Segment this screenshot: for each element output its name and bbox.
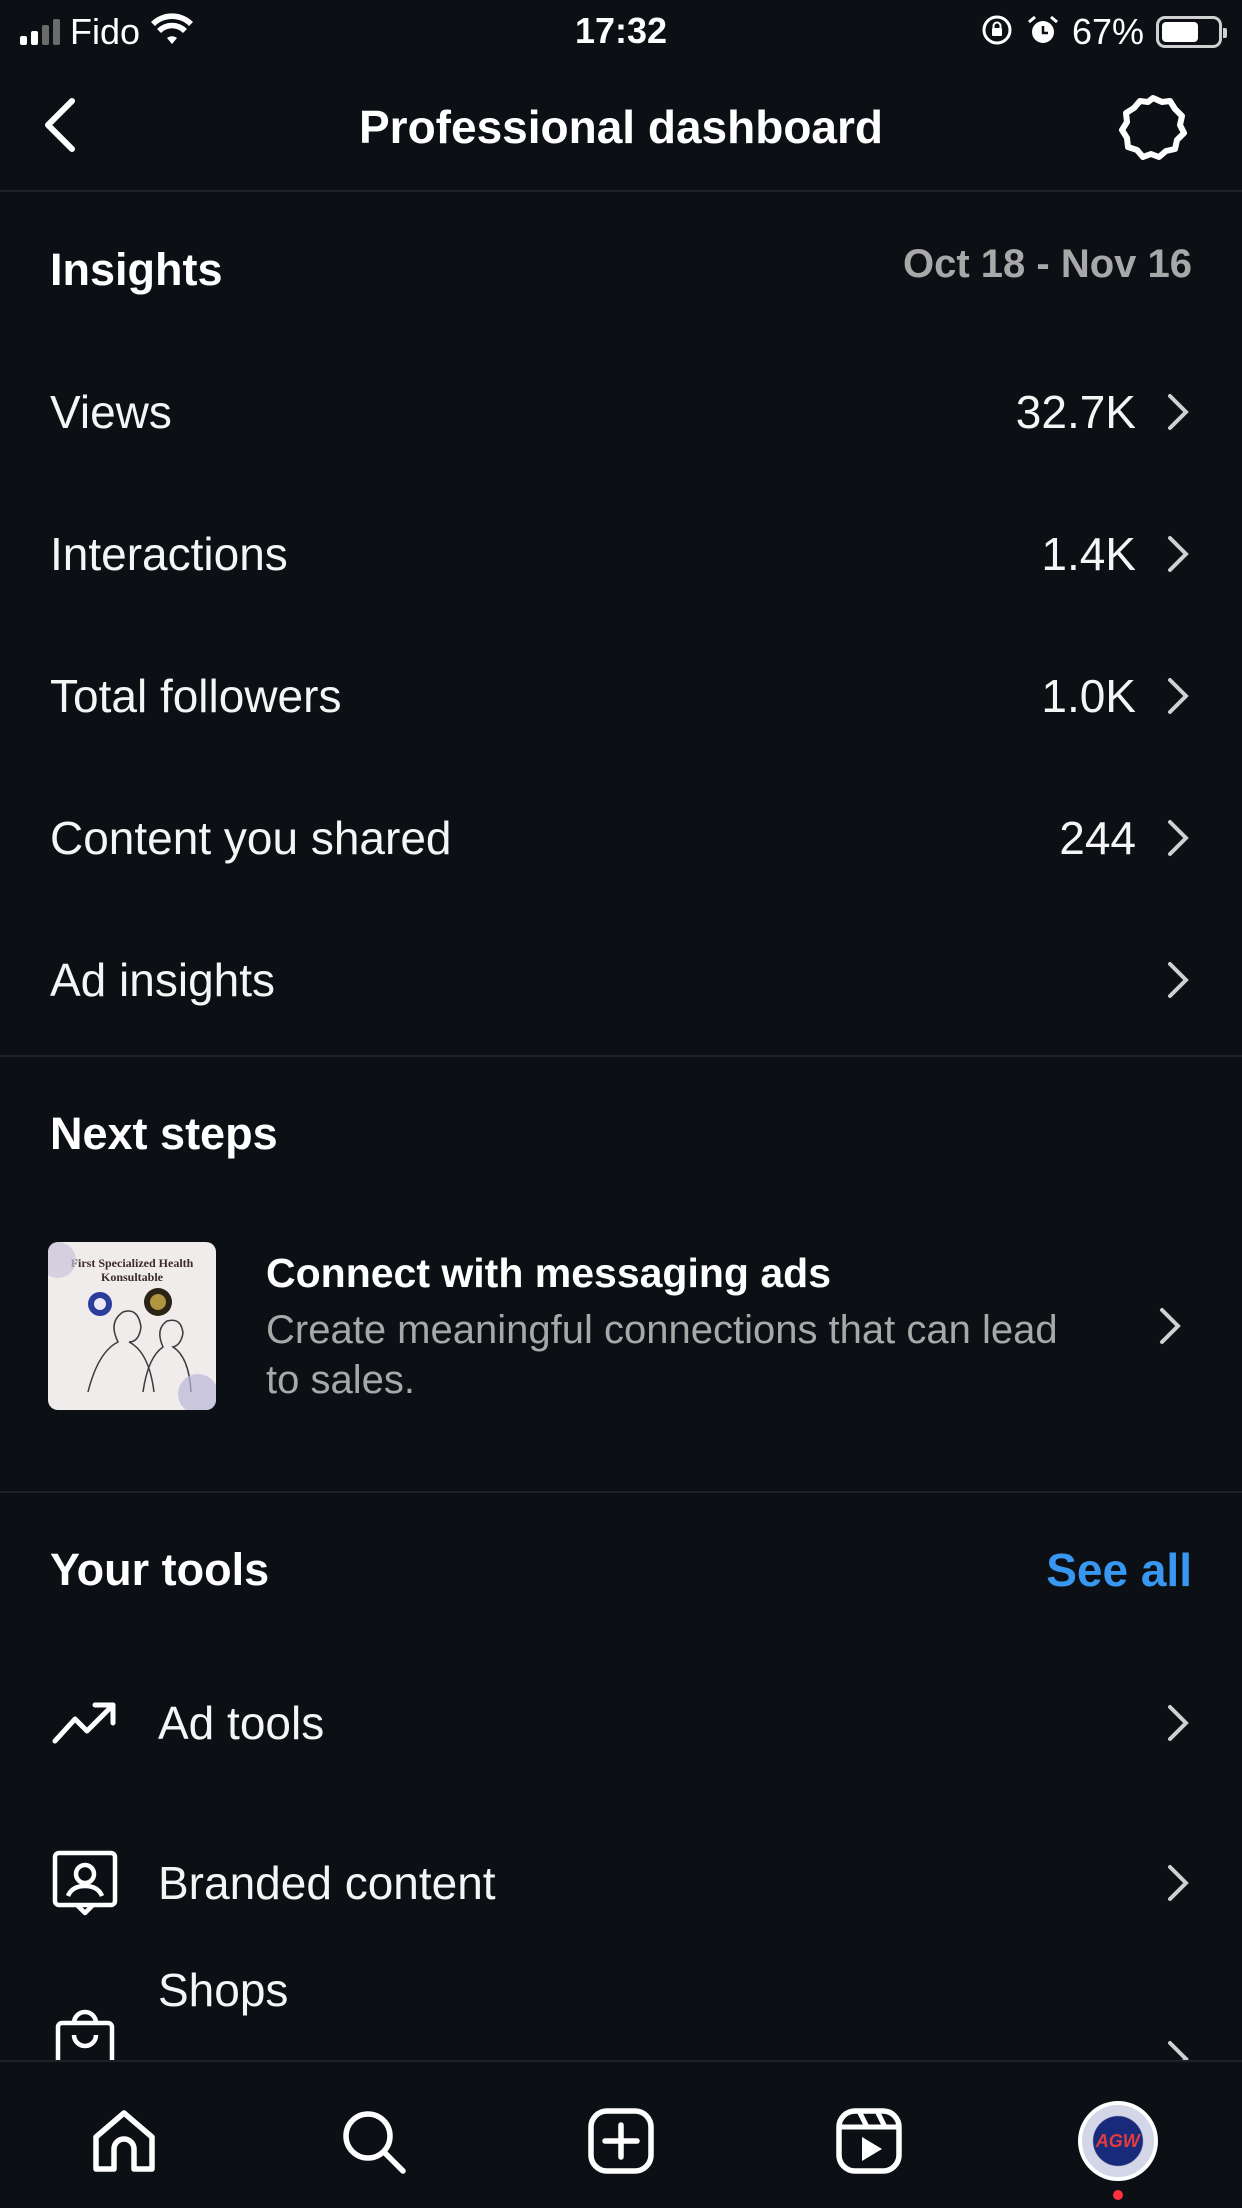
alarm-icon (1026, 13, 1060, 52)
chevron-right-icon (1164, 816, 1192, 860)
row-label: Content you shared (50, 812, 452, 864)
home-icon (93, 2110, 155, 2172)
chevron-right-icon (1156, 1304, 1184, 1348)
chevron-right-icon (1164, 532, 1192, 576)
bottom-tab-bar: AGW (0, 2060, 1242, 2208)
shopping-bag-icon (50, 2003, 120, 2060)
tool-row-ad-tools[interactable]: Ad tools (0, 1648, 1242, 1798)
reels-icon (836, 2108, 903, 2174)
insight-row-views[interactable]: Views 32.7K (0, 341, 1242, 483)
tab-search[interactable] (328, 2096, 418, 2186)
row-value: 32.7K (1015, 386, 1136, 438)
search-icon (342, 2111, 406, 2174)
tab-create[interactable] (576, 2096, 666, 2186)
row-label: Views (50, 386, 172, 438)
row-value: 244 (1059, 812, 1136, 864)
divider (0, 1491, 1242, 1493)
status-bar: Fido 17:32 67% (0, 0, 1242, 62)
tab-home[interactable] (79, 2096, 169, 2186)
trending-up-icon (50, 1688, 120, 1758)
settings-button[interactable] (1116, 90, 1190, 164)
chevron-right-icon (1164, 1701, 1192, 1745)
branded-content-icon (50, 1848, 120, 1918)
row-label: Interactions (50, 528, 288, 580)
chevron-right-icon (1164, 958, 1192, 1002)
next-step-card[interactable]: First Specialized Health Konsultable Con… (0, 1220, 1242, 1430)
header: Professional dashboard (0, 62, 1242, 192)
next-steps-title: Next steps (50, 1108, 278, 1159)
page-title: Professional dashboard (358, 101, 883, 153)
settings-gear-icon (1119, 95, 1187, 160)
tab-reels[interactable] (824, 2096, 914, 2186)
tab-profile[interactable]: AGW (1073, 2096, 1163, 2200)
battery-percent: 67% (1071, 11, 1144, 52)
row-label: Total followers (50, 670, 342, 722)
chevron-right-icon (1164, 390, 1192, 434)
tool-label: Branded content (158, 1857, 496, 1909)
notification-dot (1112, 2190, 1123, 2200)
chevron-right-icon (1164, 674, 1192, 718)
tool-row-branded-content[interactable]: Branded content (0, 1808, 1242, 1958)
divider (0, 1055, 1242, 1057)
see-all-link[interactable]: See all (1046, 1543, 1192, 1597)
next-step-text: Connect with messaging ads Create meanin… (266, 1250, 1066, 1405)
next-step-description: Create meaningful connections that can l… (266, 1308, 1058, 1402)
avatar-text: AGW (1095, 2130, 1140, 2151)
tool-row-shops[interactable]: Shops (0, 1955, 1242, 2060)
insights-title: Insights (50, 244, 223, 295)
orientation-lock-icon (980, 13, 1014, 52)
create-icon (588, 2108, 654, 2174)
tool-label: Ad tools (158, 1697, 325, 1749)
tool-label: Shops (158, 1964, 289, 2016)
your-tools-title: Your tools (50, 1544, 270, 1595)
profile-avatar: AGW (1077, 2101, 1158, 2181)
chevron-right-icon (1164, 1861, 1192, 1905)
insight-row-content-shared[interactable]: Content you shared 244 (0, 767, 1242, 909)
row-value: 1.4K (1041, 528, 1136, 580)
date-range[interactable]: Oct 18 - Nov 16 (903, 242, 1192, 287)
insight-row-total-followers[interactable]: Total followers 1.0K (0, 625, 1242, 767)
row-value: 1.0K (1041, 670, 1136, 722)
next-step-title: Connect with messaging ads (266, 1250, 831, 1296)
chevron-right-icon (1164, 2037, 1192, 2060)
battery-icon (1156, 16, 1227, 48)
status-right: 67% (980, 11, 1227, 52)
insight-row-interactions[interactable]: Interactions 1.4K (0, 483, 1242, 625)
next-step-thumbnail: First Specialized Health Konsultable (48, 1242, 216, 1410)
row-label: Ad insights (50, 954, 276, 1006)
insight-row-ad-insights[interactable]: Ad insights (0, 909, 1242, 1051)
